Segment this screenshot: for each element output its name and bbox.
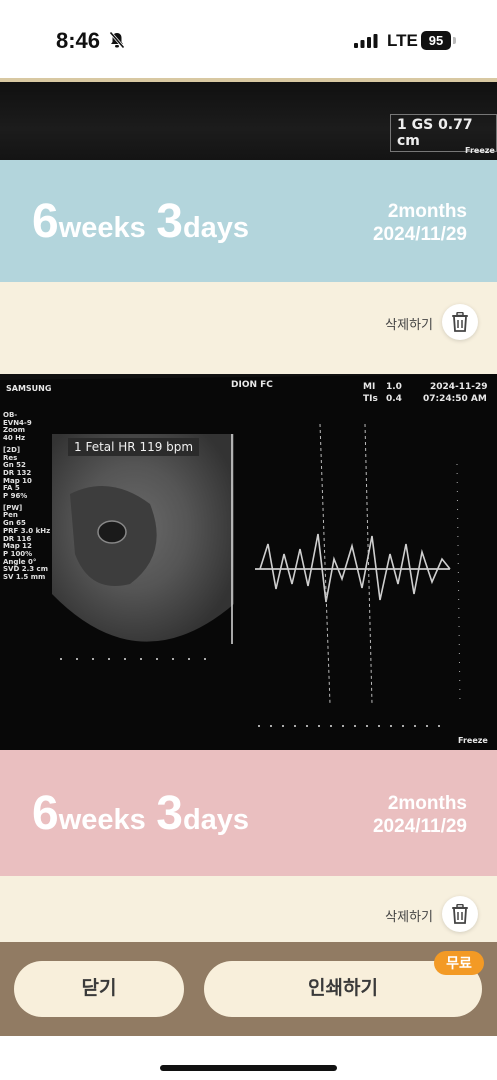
- scan-time: 07:24:50 AM: [423, 394, 487, 404]
- freeze-label: Freeze: [458, 736, 488, 745]
- weeks-word: weeks: [58, 212, 146, 244]
- delete-button[interactable]: [442, 304, 478, 340]
- days-word: days: [182, 212, 250, 244]
- card-actions: 삭제하기: [0, 282, 497, 360]
- clinic-label: DION FC: [231, 380, 273, 390]
- weeks-number: 6: [32, 787, 59, 840]
- ultrasound-scan-image: [0, 374, 497, 750]
- date-label: 2024/11/29: [372, 816, 467, 837]
- months-label: 2months: [387, 201, 467, 222]
- banner-right-info: 2months 2024/11/29: [373, 792, 467, 838]
- tis-value: 0.4: [386, 394, 402, 404]
- battery-tip: [453, 37, 456, 44]
- tis-label: TIs: [363, 394, 378, 404]
- home-indicator-area: [0, 1036, 497, 1080]
- freeze-label: Freeze: [465, 146, 495, 155]
- signal-bars-icon: [354, 34, 378, 48]
- brand-label: SAMSUNG: [6, 384, 52, 393]
- delete-label[interactable]: 삭제하기: [385, 314, 433, 333]
- ultrasound-photo[interactable]: 1 GS 0.77 cm Freeze: [0, 82, 497, 160]
- setting-line: SV 1.5 mm: [3, 573, 46, 582]
- home-indicator[interactable]: [160, 1065, 337, 1071]
- trash-icon: [452, 312, 468, 332]
- bell-slash-icon: [109, 31, 125, 49]
- bottom-action-bar: 닫기 인쇄하기: [0, 942, 497, 1036]
- ultrasound-photo[interactable]: SAMSUNG DION FC MI 1.0 TIs 0.4 2024-11-2…: [0, 374, 497, 750]
- network-type: LTE: [387, 31, 418, 50]
- mi-value: 1.0: [386, 382, 402, 392]
- weeks-number: 6: [32, 195, 59, 248]
- delete-label[interactable]: 삭제하기: [385, 906, 433, 925]
- scan-date: 2024-11-29: [430, 382, 488, 392]
- trash-icon: [452, 904, 468, 924]
- date-label: 2024/11/29: [372, 224, 467, 245]
- status-time: 8:46: [56, 28, 101, 53]
- gestation-banner: 6weeks 3days 2months 2024/11/29: [0, 160, 497, 282]
- weeks-word: weeks: [58, 804, 146, 836]
- fetal-heart-rate-label: 1 Fetal HR 119 bpm: [68, 438, 200, 456]
- close-button[interactable]: 닫기: [14, 961, 184, 1017]
- ultrasound-list[interactable]: 1 GS 0.77 cm Freeze 6weeks 3days 2months…: [0, 78, 497, 942]
- setting-line: P 96%: [3, 492, 28, 501]
- days-number: 3: [156, 787, 183, 840]
- banner-right-info: 2months 2024/11/29: [373, 200, 467, 246]
- gestation-age: 6weeks 3days: [32, 194, 249, 249]
- gestation-age: 6weeks 3days: [32, 786, 249, 841]
- days-word: days: [182, 804, 250, 836]
- mi-label: MI: [363, 382, 376, 392]
- delete-button[interactable]: [442, 896, 478, 932]
- free-badge: 무료: [434, 951, 484, 975]
- card-actions: 삭제하기: [0, 876, 497, 942]
- setting-line: 40 Hz: [3, 434, 26, 443]
- days-number: 3: [156, 195, 183, 248]
- months-label: 2months: [387, 793, 467, 814]
- battery-indicator: 95: [421, 31, 451, 50]
- status-bar: 8:46 LTE 95: [0, 0, 497, 78]
- scan-settings: OB- EVN4-9 Zoom 40 Hz [2D] Res Gn 52 DR …: [3, 411, 53, 582]
- gestation-banner: 6weeks 3days 2months 2024/11/29: [0, 750, 497, 876]
